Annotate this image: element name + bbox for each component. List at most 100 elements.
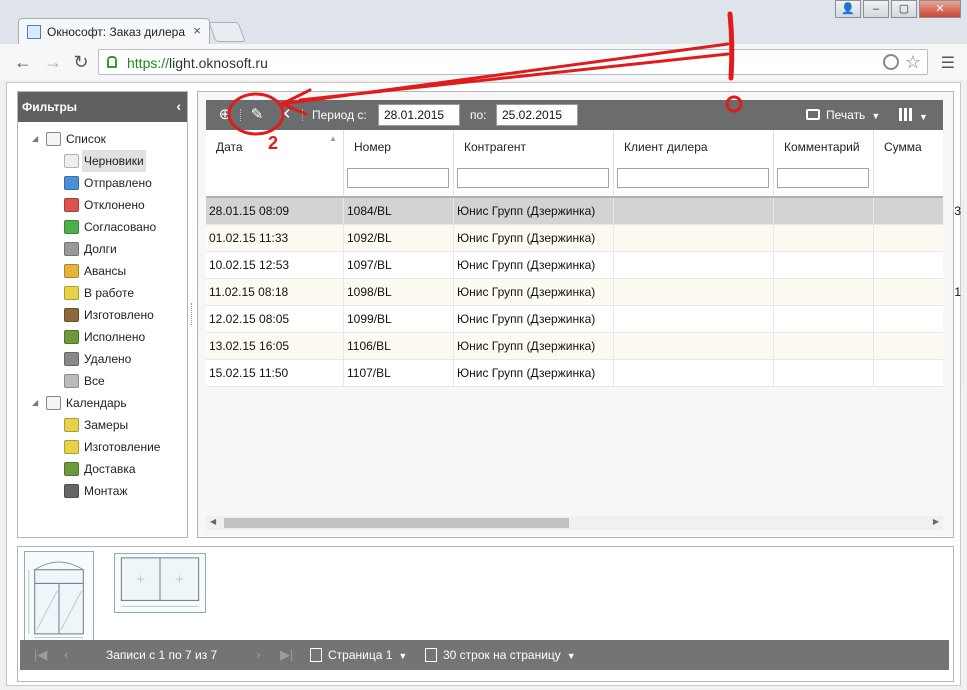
tree-item[interactable]: Замеры [18, 414, 187, 436]
page-select[interactable]: Страница 1 ▼ [310, 648, 407, 662]
chevron-down-icon: ▼ [566, 651, 576, 661]
splitter-handle[interactable] [191, 303, 193, 325]
table-row[interactable]: 12.02.15 08:05 1099/BL Юнис Групп (Дзержин… [206, 306, 964, 333]
tree-item[interactable]: Отправлено [18, 172, 187, 194]
tree-item-label: Доставка [84, 462, 136, 476]
scrollbar-thumb[interactable] [224, 518, 569, 528]
window-sketch-2[interactable] [114, 553, 206, 613]
tree-item-label: Авансы [84, 264, 127, 278]
url-input[interactable]: https://light.oknosoft.ru ☆ [98, 49, 928, 75]
delete-icon[interactable]: ✕ [276, 106, 294, 124]
window-sketch-1[interactable] [24, 551, 94, 641]
tree-item[interactable]: Удалено [18, 348, 187, 370]
column-header-label: Клиент дилера [624, 140, 708, 154]
column-filter-input[interactable] [347, 168, 449, 188]
close-window-button[interactable]: ✕ [919, 0, 961, 18]
table-cell [614, 252, 774, 279]
tree-item-label: Отправлено [84, 176, 152, 190]
browser-menu-icon[interactable]: ☰ [941, 53, 955, 73]
table-cell: 1092/BL [344, 225, 454, 252]
table-cell: Юнис Групп (Дзержинка) [454, 279, 614, 306]
collapse-icon[interactable]: ‹ [176, 98, 181, 114]
expand-arrow-icon[interactable]: ◢ [32, 128, 38, 150]
sort-icon[interactable]: ▲ [329, 134, 337, 143]
column-header[interactable]: Сумма [874, 130, 943, 196]
tree-item[interactable]: Изготовлено [18, 304, 187, 326]
table-row[interactable]: 10.02.15 12:53 1097/BL Юнис Групп (Дзержин… [206, 252, 964, 279]
add-icon[interactable]: ⊕ [216, 106, 234, 124]
period-to-input[interactable]: 25.02.2015 [496, 104, 578, 126]
toolbar-divider [240, 109, 241, 121]
table-cell: 1106/BL [344, 333, 454, 360]
column-header[interactable]: Клиент дилера [614, 130, 774, 196]
app-window: Фильтры ‹ ◢ Список Черновики Отправлено Откл… [6, 82, 964, 686]
column-header[interactable]: Номер [344, 130, 454, 196]
columns-button[interactable]: ▼ [899, 108, 928, 123]
last-page-icon[interactable]: ▶| [280, 647, 293, 663]
table-row[interactable]: 01.02.15 11:33 1092/BL Юнис Групп (Дзержин… [206, 225, 964, 252]
browser-tab[interactable]: Окнософт: Заказ дилера × [18, 18, 210, 44]
maximize-button[interactable]: ▢ [891, 0, 917, 18]
tree-item[interactable]: Изготовление [18, 436, 187, 458]
column-header[interactable]: Контрагент [454, 130, 614, 196]
table-cell: 1099/BL [344, 306, 454, 333]
table-cell [774, 225, 874, 252]
table-cell [614, 306, 774, 333]
tree-item[interactable]: Долги [18, 238, 187, 260]
table-cell: 13.02.15 16:05 [206, 333, 344, 360]
tree-item[interactable]: Все [18, 370, 187, 392]
tree-item[interactable]: Согласовано [18, 216, 187, 238]
next-page-icon[interactable]: › [256, 647, 260, 662]
orders-grid-panel: ⊕ ✎ ✕ Период с: 28.01.2015 по: 25.02.201… [197, 91, 964, 538]
expand-arrow-icon[interactable]: ◢ [32, 392, 38, 414]
column-filter-input[interactable] [457, 168, 609, 188]
sidebar-header: Фильтры ‹ [18, 92, 187, 122]
period-from-input[interactable]: 28.01.2015 [378, 104, 460, 126]
horizontal-scrollbar[interactable]: ◀ ▶ [206, 516, 943, 530]
location-icon[interactable] [883, 54, 899, 70]
print-button[interactable]: Печать ▼ [806, 108, 880, 122]
first-page-icon[interactable]: |◀ [34, 647, 47, 663]
column-header-label: Комментарий [784, 140, 860, 154]
tree-item[interactable]: Исполнено [18, 326, 187, 348]
table-cell: Юнис Групп (Дзержинка) [454, 225, 614, 252]
tree-item-label: Исполнено [84, 330, 146, 344]
scroll-left-icon[interactable]: ◀ [210, 517, 216, 526]
prev-page-icon[interactable]: ‹ [64, 647, 68, 662]
minimize-button[interactable]: – [863, 0, 889, 18]
column-header[interactable]: Комментарий [774, 130, 874, 196]
tree-item[interactable]: В работе [18, 282, 187, 304]
edit-icon[interactable]: ✎ [248, 106, 266, 124]
bookmark-star-icon[interactable]: ☆ [905, 52, 921, 73]
user-icon[interactable]: 👤 [835, 0, 861, 18]
table-cell: 11.02.15 08:18 [206, 279, 344, 306]
tree-item[interactable]: Черновики [18, 150, 187, 172]
tab-close-icon[interactable]: × [193, 23, 201, 38]
tree-item[interactable]: Доставка [18, 458, 187, 480]
tree-item[interactable]: Авансы [18, 260, 187, 282]
rows-icon [425, 648, 437, 662]
tree-item[interactable]: Монтаж [18, 480, 187, 502]
tab-title: Окнософт: Заказ дилера [47, 25, 186, 39]
reload-icon[interactable]: ↻ [70, 52, 92, 72]
table-row[interactable]: 15.02.15 11:50 1107/BL Юнис Групп (Дзержин… [206, 360, 964, 387]
tree-group[interactable]: ◢ Календарь [18, 392, 187, 414]
forward-icon[interactable]: → [42, 52, 64, 72]
truck-icon [64, 462, 79, 476]
per-page-select[interactable]: 30 строк на страницу ▼ [425, 648, 576, 662]
table-cell [614, 333, 774, 360]
table-cell [774, 306, 874, 333]
tree-group[interactable]: ◢ Список [18, 128, 187, 150]
column-filter-input[interactable] [617, 168, 769, 188]
table-cell: 12.02.15 08:05 [206, 306, 344, 333]
table-row[interactable]: 13.02.15 16:05 1106/BL Юнис Групп (Дзержин… [206, 333, 964, 360]
scroll-right-icon[interactable]: ▶ [933, 517, 939, 526]
records-summary: Записи с 1 по 7 из 7 [106, 648, 218, 662]
new-tab-button[interactable] [208, 22, 246, 42]
tree-item-label: Черновики [82, 150, 146, 172]
table-row[interactable]: 28.01.15 08:09 1084/BL Юнис Групп (Дзержин… [206, 198, 964, 225]
table-row[interactable]: 11.02.15 08:18 1098/BL Юнис Групп (Дзержин… [206, 279, 964, 306]
column-filter-input[interactable] [777, 168, 869, 188]
back-icon[interactable]: ← [12, 52, 34, 72]
tree-item[interactable]: Отклонено [18, 194, 187, 216]
